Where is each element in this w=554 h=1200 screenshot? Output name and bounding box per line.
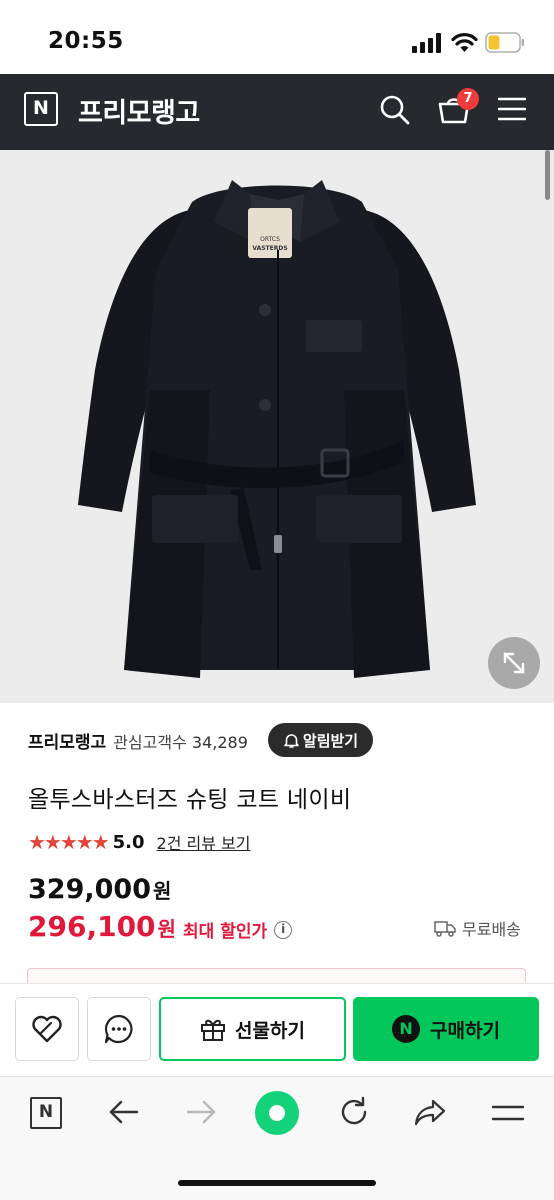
forward-icon[interactable] — [184, 1095, 218, 1129]
status-time: 20:55 — [48, 28, 124, 54]
green-dot-inner — [269, 1105, 285, 1121]
app-header: N 프리모랭고 — [0, 74, 554, 150]
shipping-info: 무료배송 — [434, 916, 521, 940]
sale-price-value: 296,100 — [28, 910, 156, 943]
naver-home-button[interactable]: N — [30, 1097, 62, 1129]
header-store-name[interactable]: 프리모랭고 — [78, 91, 200, 130]
search-icon[interactable] — [379, 94, 411, 126]
max-discount[interactable]: 최대 할인가 i — [183, 917, 293, 942]
chat-icon — [104, 1014, 133, 1044]
original-price-value: 329,000 — [28, 874, 151, 905]
wishlist-button[interactable] — [15, 997, 79, 1061]
green-dot-button[interactable] — [255, 1091, 299, 1135]
fans-number: 34,289 — [191, 732, 248, 752]
npay-logo: N — [392, 1015, 421, 1043]
page-scrollbar[interactable] — [545, 150, 550, 200]
fans-count: 관심고객수 34,289 — [113, 729, 248, 753]
battery-icon — [485, 32, 524, 53]
back-icon[interactable] — [107, 1095, 141, 1129]
naver-logo[interactable]: N — [24, 92, 58, 126]
buy-label: 구매하기 — [430, 1019, 500, 1042]
original-price: 329,000 원 — [28, 874, 171, 905]
product-image[interactable]: ORTCS VASTERDS — [0, 150, 554, 703]
fans-label: 관심고객수 — [113, 732, 187, 752]
bell-icon — [284, 733, 299, 748]
coat-label-sub: VASTERDS — [252, 245, 288, 252]
store-info: 프리모랭고 관심고객수 34,289 — [28, 728, 248, 754]
rating-stars: ★★★★★ — [28, 830, 110, 854]
gift-icon — [201, 1019, 226, 1041]
home-indicator[interactable] — [178, 1180, 376, 1186]
expand-image-button[interactable] — [488, 637, 540, 689]
alarm-label: 알림받기 — [302, 731, 359, 750]
menu-icon[interactable] — [491, 1103, 525, 1123]
gift-label: 선물하기 — [235, 1019, 305, 1042]
rating-value: 5.0 — [112, 831, 145, 853]
expand-icon — [503, 652, 525, 674]
share-icon[interactable] — [413, 1095, 447, 1129]
sale-price: 296,100 원 — [28, 910, 176, 943]
coat-label-text: ORTCS VASTERDS — [248, 235, 292, 253]
gift-button[interactable]: 선물하기 — [159, 997, 346, 1061]
truck-icon — [434, 920, 456, 937]
chat-button[interactable] — [87, 997, 151, 1061]
price-unit: 원 — [157, 917, 176, 941]
buy-button[interactable]: N 구매하기 — [353, 997, 539, 1061]
heart-icon — [32, 1015, 62, 1043]
review-link[interactable]: 2건 리뷰 보기 — [157, 830, 251, 854]
coat-label-top: ORTCS — [260, 236, 280, 243]
price-unit: 원 — [152, 879, 172, 903]
alarm-button[interactable]: 알림받기 — [268, 723, 373, 757]
signal-icon — [412, 33, 441, 53]
rating-row: ★★★★★ 5.0 2건 리뷰 보기 — [28, 830, 251, 854]
status-bar: 20:55 — [0, 0, 554, 74]
wifi-icon — [451, 33, 478, 52]
refresh-icon[interactable] — [337, 1095, 371, 1129]
cart-count-badge: 7 — [457, 88, 479, 110]
menu-icon[interactable] — [498, 96, 526, 122]
coat-illustration — [78, 180, 476, 678]
info-icon[interactable]: i — [274, 920, 293, 939]
max-discount-label: 최대 할인가 — [183, 922, 268, 942]
store-name-link[interactable]: 프리모랭고 — [28, 728, 106, 753]
product-title: 올투스바스터즈 슈팅 코트 네이비 — [28, 787, 352, 813]
purchase-action-bar: 선물하기 N 구매하기 — [0, 983, 554, 1071]
shipping-label: 무료배송 — [462, 920, 521, 939]
